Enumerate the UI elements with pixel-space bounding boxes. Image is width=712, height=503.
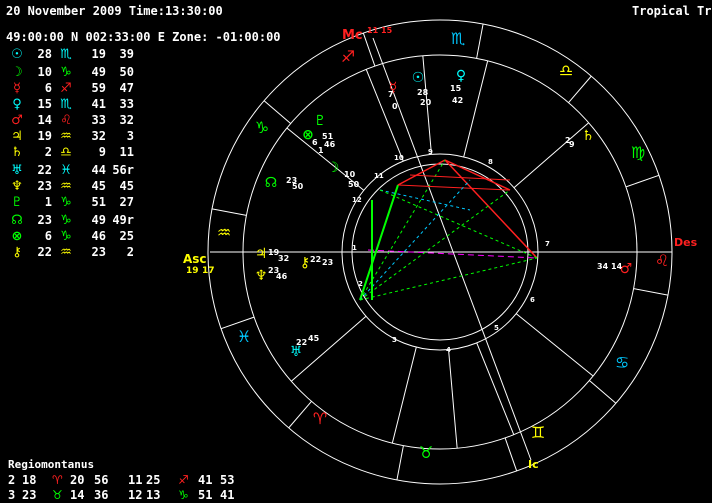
house-cusp-line [476, 342, 515, 435]
des-label: Des [674, 236, 698, 249]
wheel-planet-minute: 0 [392, 102, 398, 111]
aspect-line [397, 159, 446, 186]
wheel-planet-icon: ♀ [455, 68, 467, 84]
chart-wheel: ♒♑♐♏♎♍♌♋♊♉♈♓123456789101112 [207, 19, 673, 485]
wheel-planet-minute: 14 [611, 262, 623, 271]
house-number: 11 [374, 172, 384, 180]
wheel-planet-minute: 9 [569, 140, 575, 149]
sign-divider [568, 75, 592, 103]
aspect-line [359, 189, 511, 301]
wheel-planet-degree: 34 [597, 262, 609, 271]
zodiac-sign-icon: ♉ [419, 443, 433, 462]
wheel-planet-icon: ☉ [411, 70, 425, 86]
asc-degree: 19 [186, 266, 199, 276]
zodiac-sign-icon: ♊ [531, 423, 545, 442]
house-cusp-line [515, 313, 594, 377]
house-number: 4 [446, 346, 451, 354]
house-number: 2 [358, 280, 363, 288]
wheel-planet-degree: 7 [388, 90, 394, 99]
wheel-planet-minute: 50 [292, 182, 304, 191]
aspect-line [359, 184, 399, 301]
wheel-planet-icon: ♆ [254, 268, 268, 284]
asc-label: Asc [183, 252, 207, 266]
wheel-planet-degree: 6 [312, 138, 318, 147]
wheel-planet-minute: 42 [452, 96, 464, 105]
wheel-planet-icon: ♄ [581, 128, 595, 144]
house-cusp-line [448, 349, 458, 449]
wheel-planet-minute: 46 [276, 272, 288, 281]
house-number: 5 [494, 324, 499, 332]
wheel-planet-icon: ☊ [264, 175, 278, 191]
zodiac-sign-icon: ♌ [655, 251, 669, 270]
sign-divider [396, 445, 404, 481]
aspect-line [444, 159, 538, 259]
wheel-planet-degree: 15 [450, 84, 462, 93]
sign-divider [633, 288, 669, 296]
wheel-planet-degree: 10 [344, 170, 356, 179]
sign-divider [589, 380, 617, 404]
wheel-planet-degree: 22 [310, 255, 322, 264]
mc-degree: 11 [367, 26, 379, 35]
wheel-planet-minute: 50 [348, 180, 360, 189]
zodiac-sign-icon: ♓ [237, 327, 251, 346]
zodiac-sign-icon: ♐ [341, 47, 355, 66]
wheel-planet-icon: ☽ [326, 160, 340, 176]
ic-label: Ic [528, 458, 539, 471]
chart-window: 20 November 2009 Time:13:30:00 49:00:00 … [0, 0, 712, 503]
house-number: 9 [428, 148, 433, 156]
house-number: 8 [488, 158, 493, 166]
house-number: 12 [352, 196, 362, 204]
zodiac-sign-icon: ♒ [217, 223, 231, 242]
wheel-planet-minute: 1 [318, 146, 324, 155]
mc-minute: 15 [381, 26, 393, 35]
wheel-planet-minute: 32 [278, 254, 290, 263]
wheel-planet-minute: 46 [324, 140, 336, 149]
house-cusp-line [391, 346, 417, 444]
sign-divider [476, 23, 484, 59]
zodiac-sign-icon: ♏ [451, 29, 465, 48]
house-cusp-line [513, 122, 590, 189]
sign-divider [625, 174, 660, 188]
wheel-planet-degree: 22 [296, 338, 308, 347]
zodiac-sign-icon: ♎ [559, 61, 573, 80]
house-number: 6 [530, 296, 535, 304]
aspect-line [379, 189, 538, 259]
wheel-planet-minute: 45 [308, 334, 320, 343]
aspect-line [359, 179, 471, 301]
zodiac-sign-icon: ♋ [615, 353, 629, 372]
sign-divider [288, 401, 312, 429]
zodiac-sign-icon: ♈ [313, 409, 327, 428]
wheel-planet-icon: ♃ [254, 246, 268, 262]
wheel-planet-minute: 23 [322, 258, 334, 267]
aspect-line [397, 184, 511, 191]
mc-label: Mc [342, 28, 363, 43]
house-number: 10 [394, 154, 404, 162]
zodiac-sign-icon: ♍ [631, 143, 645, 162]
asc-minute: 17 [202, 266, 215, 276]
zodiac-sign-icon: ♑ [255, 118, 269, 137]
house-number: 3 [392, 336, 397, 344]
aspect-line [359, 257, 538, 301]
wheel-planet-minute: 20 [420, 98, 432, 107]
sign-divider [504, 437, 518, 472]
wheel-planet-degree: 28 [417, 88, 429, 97]
sign-divider [211, 208, 247, 216]
house-number: 1 [352, 244, 357, 252]
house-number: 7 [545, 240, 550, 248]
